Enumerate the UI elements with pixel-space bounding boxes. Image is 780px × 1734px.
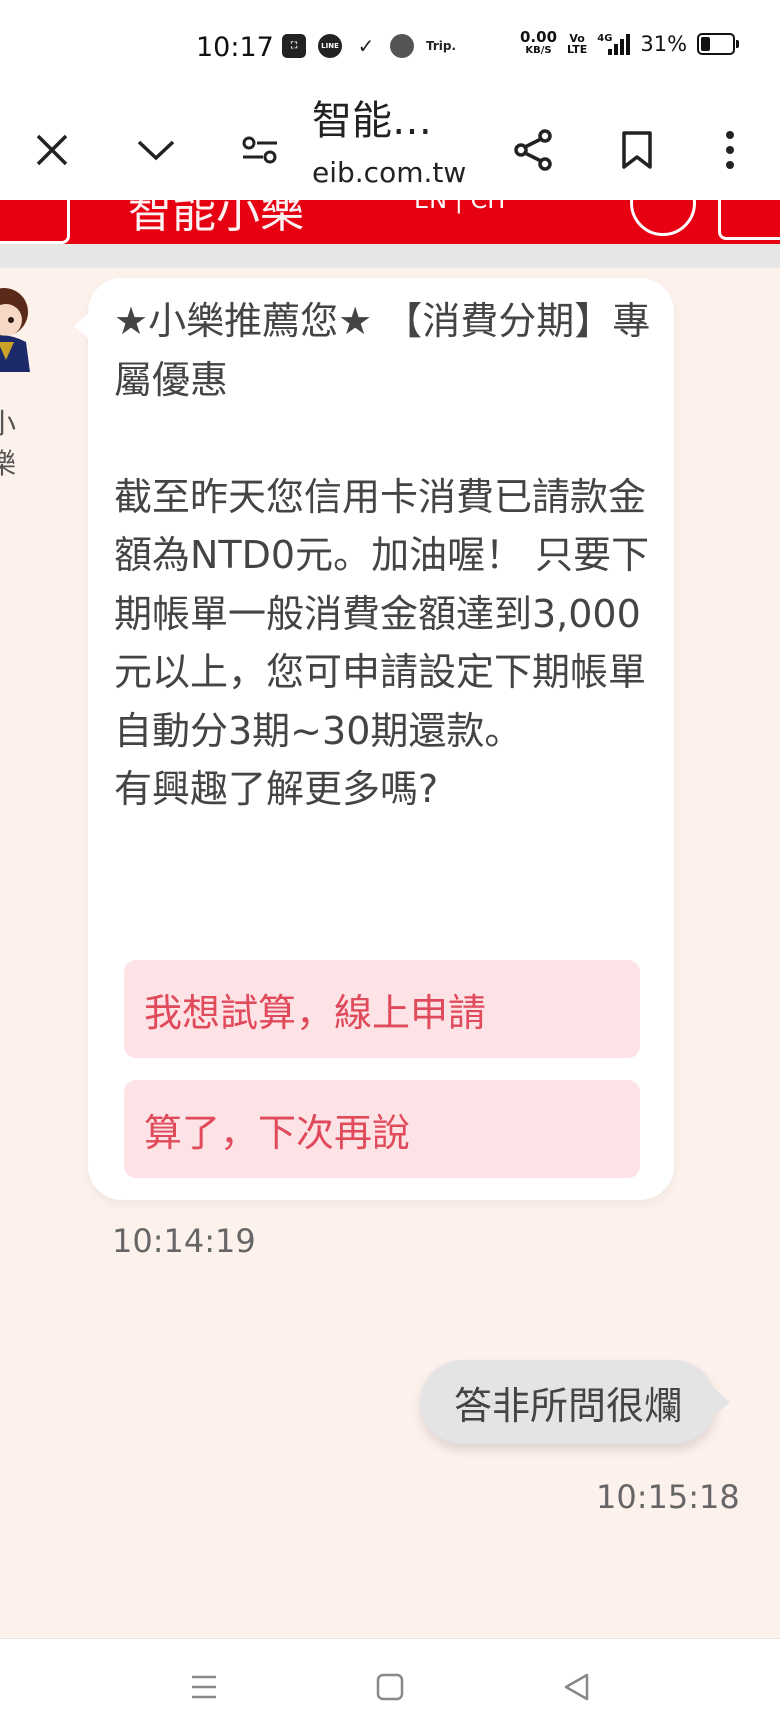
volte-icon: Vo LTE [567,32,588,56]
app-header: 智能小樂 EN | CH [0,200,780,244]
add-button[interactable] [630,200,696,236]
nike-icon: ✓ [357,34,375,58]
bot-message-text: ★小樂推薦您★ 【消費分期】專屬優惠 截至昨天您信用卡消費已請款金額為NTD0元… [114,299,651,811]
bot-message-bubble: ★小樂推薦您★ 【消費分期】專屬優惠 截至昨天您信用卡消費已請款金額為NTD0元… [74,278,674,1200]
stack-icon [390,34,414,58]
tune-icon [242,136,277,164]
recent-apps-button[interactable] [154,1639,254,1734]
system-indicators: 0.00 KB/S Vo LTE 4G 31% [520,28,740,58]
option-button-maybe-later[interactable]: 算了，下次再說 [124,1080,640,1178]
bookmark-button[interactable] [609,122,665,178]
network-speed: 0.00 KB/S [520,28,558,57]
signal-icon: 4G [597,33,631,55]
triangle-back-icon [564,1673,589,1700]
share-icon [514,129,552,171]
page-domain: eib.com.tw [312,156,467,189]
font-size-button[interactable] [718,200,780,240]
page-title: 智能… [312,98,432,144]
option-button-calculate-apply[interactable]: 我想試算，線上申請 [124,960,640,1058]
shopee-icon: ⛶ [282,34,306,58]
app-header-title: 智能小樂 [128,200,304,238]
close-tab-button[interactable] [24,122,80,178]
menu-icon [192,1675,216,1698]
header-divider [0,244,780,268]
status-time: 10:17 [196,32,274,63]
language-toggle[interactable]: EN | CH [414,200,505,214]
minimize-button[interactable] [128,122,184,178]
bot-avatar [0,288,30,372]
line-icon: LINE [318,34,342,58]
bookmark-icon [622,131,652,169]
chevron-down-icon [137,140,175,161]
square-icon [376,1673,404,1700]
battery-icon [697,33,740,55]
home-button[interactable] [340,1639,440,1734]
trip-icon: Trip. [426,39,457,53]
more-vert-icon [726,131,734,169]
bot-name: 小樂 [0,407,17,480]
site-settings-button[interactable] [232,122,288,178]
bot-message-time: 10:14:19 [112,1222,256,1260]
status-bar: 10:17 ⛶ LINE ✓ Trip. 0.00 KB/S Vo LTE 4G… [0,0,780,100]
close-icon [36,134,68,166]
notification-icons: ⛶ LINE ✓ Trip. [282,34,456,58]
more-options-button[interactable] [702,122,758,178]
share-button[interactable] [505,122,561,178]
back-button[interactable] [0,200,70,244]
user-message-bubble: 答非所問很爛 [420,1360,730,1444]
user-message-time: 10:15:18 [596,1478,740,1516]
back-nav-button[interactable] [526,1639,626,1734]
battery-percent: 31% [640,32,688,56]
system-nav-bar [0,1638,780,1734]
